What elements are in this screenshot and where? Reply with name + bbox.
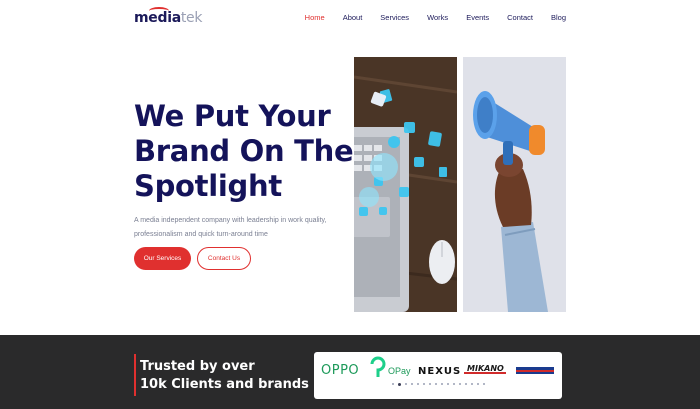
nav-services[interactable]: Services [380, 13, 409, 22]
logo-arc-icon [149, 7, 169, 15]
carousel-dot[interactable] [464, 383, 467, 385]
client-logos-carousel: OPPO OPay NEXUS MIKANO [314, 352, 562, 399]
nav-works[interactable]: Works [427, 13, 448, 22]
hero-title-line-2: Brand On The [134, 134, 354, 168]
carousel-dot[interactable] [476, 383, 479, 385]
hero-description: A media independent company with leaders… [134, 214, 374, 242]
trusted-by-heading: Trusted by over 10k Clients and brands [140, 358, 310, 394]
hero-title-line-3: Spotlight [134, 169, 282, 203]
carousel-dot[interactable] [428, 383, 431, 385]
hero-image-megaphone [463, 57, 566, 312]
nav-contact[interactable]: Contact [507, 13, 533, 22]
hero-description-line-2: professionalism and quick turn-around ti… [134, 231, 268, 238]
carousel-dot[interactable] [452, 383, 455, 385]
carousel-dots [314, 382, 562, 386]
carousel-dot[interactable] [470, 383, 473, 385]
laptop-social-illustration [354, 57, 457, 312]
contact-us-button[interactable]: Contact Us [197, 247, 251, 270]
carousel-dot[interactable] [434, 383, 437, 385]
oppo-logo: OPPO [321, 363, 359, 378]
trust-accent-bar [134, 354, 136, 396]
opay-logo: OPay [388, 366, 411, 376]
carousel-dot[interactable] [391, 383, 394, 385]
nav-events[interactable]: Events [466, 13, 489, 22]
nav-about[interactable]: About [343, 13, 363, 22]
carousel-dot[interactable] [410, 383, 413, 385]
client-logos-strip: OPPO OPay NEXUS MIKANO [321, 356, 554, 378]
nav-home[interactable]: Home [305, 13, 325, 22]
logo-text-tek: tek [180, 10, 203, 26]
carousel-dot[interactable] [416, 383, 419, 385]
hero-description-line-1: A media independent company with leaders… [134, 217, 327, 224]
trusted-by-line-2: 10k Clients and brands [140, 377, 309, 392]
carousel-dot-active[interactable] [397, 382, 401, 386]
carousel-dot[interactable] [422, 383, 425, 385]
carousel-dot[interactable] [404, 383, 407, 385]
main-menu: Home About Services Works Events Contact… [287, 13, 566, 22]
site-logo[interactable]: media tek [134, 7, 203, 26]
carousel-dot[interactable] [440, 383, 443, 385]
opay-icon [370, 356, 386, 377]
hero-image-laptop-social [354, 57, 457, 312]
megaphone-hand-illustration [463, 57, 566, 312]
trusted-by-line-1: Trusted by over [140, 359, 255, 374]
carousel-dot[interactable] [458, 383, 461, 385]
hero-title: We Put Your Brand On The Spotlight [134, 99, 354, 204]
our-services-button[interactable]: Our Services [134, 247, 191, 270]
nexus-logo: NEXUS [418, 366, 461, 377]
hero-title-line-1: We Put Your [134, 99, 331, 133]
carousel-dot[interactable] [482, 383, 485, 385]
top-navbar: media tek Home About Services Works Even… [0, 0, 700, 36]
mikano-logo: MIKANO [467, 364, 504, 373]
carousel-dot[interactable] [446, 383, 449, 385]
nav-blog[interactable]: Blog [551, 13, 566, 22]
